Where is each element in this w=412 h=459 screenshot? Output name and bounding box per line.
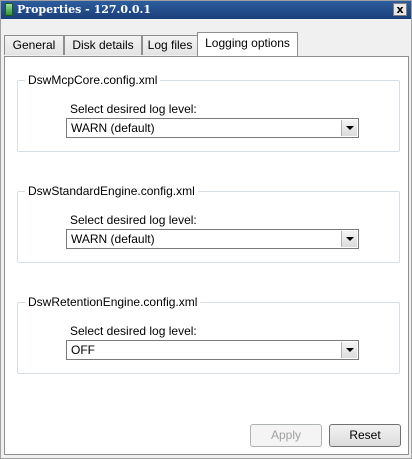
properties-window: Properties - 127.0.0.1 x General Disk de… bbox=[0, 0, 412, 459]
log-level-label: Select desired log level: bbox=[70, 213, 197, 227]
tab-logging-options[interactable]: Logging options bbox=[197, 32, 298, 56]
close-icon: x bbox=[396, 3, 404, 16]
select-value: OFF bbox=[71, 343, 95, 357]
group-title: DswMcpCore.config.xml bbox=[25, 73, 161, 87]
group-title: DswStandardEngine.config.xml bbox=[25, 184, 198, 198]
retention-engine-log-level-select[interactable]: OFF bbox=[66, 340, 359, 360]
group-retention-engine: DswRetentionEngine.config.xml Select des… bbox=[17, 295, 400, 374]
chevron-down-icon bbox=[346, 126, 354, 130]
apply-button[interactable]: Apply bbox=[250, 424, 322, 447]
tab-log-files[interactable]: Log files bbox=[142, 35, 198, 55]
logging-options-panel: DswMcpCore.config.xml Select desired log… bbox=[4, 56, 409, 455]
tab-general[interactable]: General bbox=[4, 35, 64, 55]
select-value: WARN (default) bbox=[71, 121, 155, 135]
log-level-label: Select desired log level: bbox=[70, 324, 197, 338]
standard-engine-log-level-select[interactable]: WARN (default) bbox=[66, 229, 359, 249]
group-standard-engine: DswStandardEngine.config.xml Select desi… bbox=[17, 184, 400, 263]
reset-button[interactable]: Reset bbox=[329, 424, 401, 447]
dropdown-button[interactable] bbox=[341, 120, 357, 136]
chevron-down-icon bbox=[346, 348, 354, 352]
server-icon bbox=[5, 3, 13, 16]
chevron-down-icon bbox=[346, 237, 354, 241]
window-title: Properties - 127.0.0.1 bbox=[17, 3, 151, 16]
dropdown-button[interactable] bbox=[341, 231, 357, 247]
mcp-core-log-level-select[interactable]: WARN (default) bbox=[66, 118, 359, 138]
select-value: WARN (default) bbox=[71, 232, 155, 246]
title-bar[interactable]: Properties - 127.0.0.1 x bbox=[1, 1, 411, 19]
dropdown-button[interactable] bbox=[341, 342, 357, 358]
close-button[interactable]: x bbox=[393, 3, 407, 16]
log-level-label: Select desired log level: bbox=[70, 102, 197, 116]
group-mcp-core: DswMcpCore.config.xml Select desired log… bbox=[17, 73, 400, 152]
tab-disk-details[interactable]: Disk details bbox=[64, 35, 142, 55]
group-title: DswRetentionEngine.config.xml bbox=[25, 295, 201, 309]
